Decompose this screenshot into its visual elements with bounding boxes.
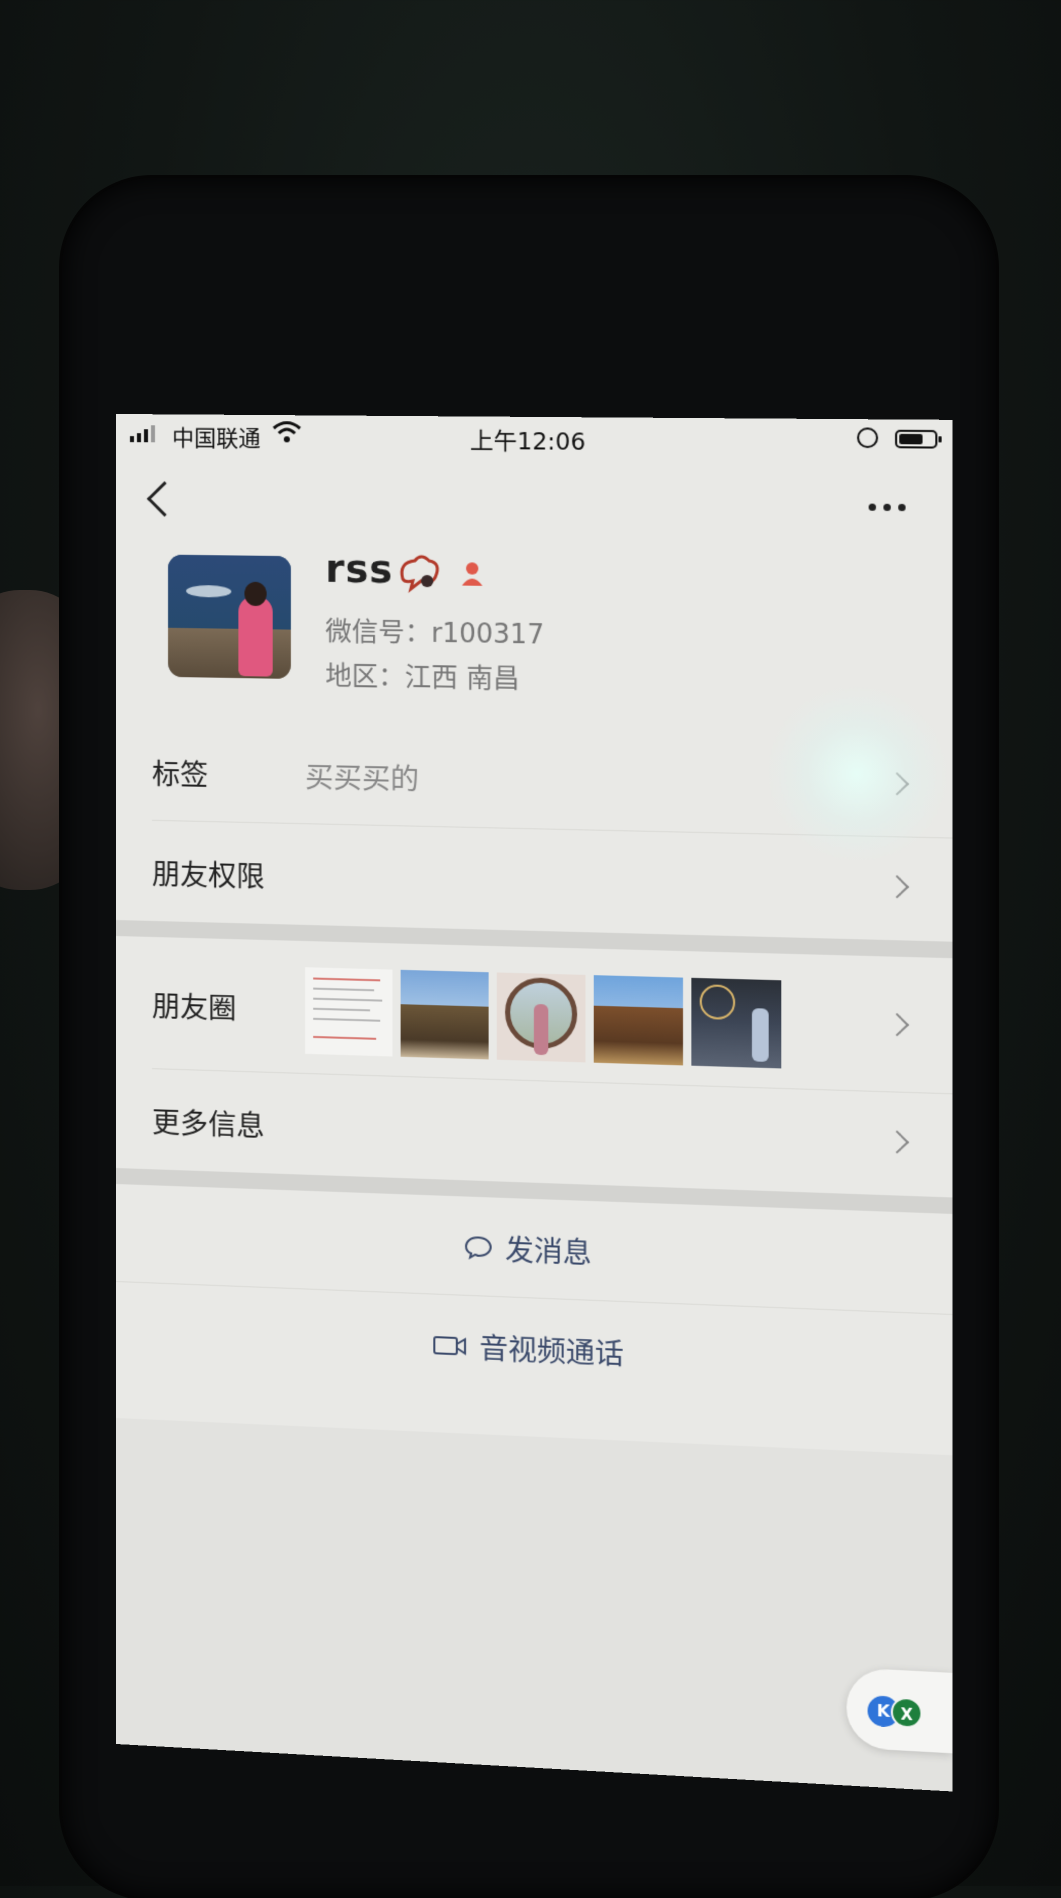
floating-widget-x-badge: X [891,1696,923,1729]
wechat-id: 微信号：r100317 [325,611,544,652]
moments-thumbnail [305,967,392,1056]
avatar[interactable] [168,555,291,679]
more-dots-icon[interactable] [869,504,906,512]
gender-female-icon [458,559,487,588]
video-camera-icon [432,1334,467,1358]
row-permissions-label: 朋友权限 [152,853,265,896]
row-moments[interactable]: 朋友圈 [116,936,952,1094]
moments-thumbnail [594,975,683,1065]
moments-thumbnails [305,967,781,1068]
screen: 中国联通 上午12:06 rss 微信号：r100317 地区：江西 南昌 标签… [116,414,952,1791]
region: 地区：江西 南昌 [325,655,519,696]
chat-bubble-icon [464,1235,493,1260]
floating-widget[interactable]: K X [846,1667,952,1753]
moments-thumbnail [691,978,781,1069]
chevron-right-icon [885,772,909,795]
battery-icon [895,430,937,449]
chevron-left-icon[interactable] [147,481,182,516]
send-message-label: 发消息 [505,1228,592,1272]
status-time: 上午12:06 [116,419,952,460]
chevron-right-icon [885,1013,909,1036]
orientation-lock-icon [857,427,878,448]
row-moments-label: 朋友圈 [152,985,236,1028]
moments-thumbnail [497,972,586,1062]
chevron-right-icon [885,1130,909,1153]
moments-thumbnail [401,970,489,1060]
empty-area [116,1418,952,1791]
row-tags-value: 买买买的 [305,756,419,799]
chevron-right-icon [885,875,909,898]
contact-name: rss [325,546,393,591]
video-call-label: 音视频通话 [479,1327,623,1374]
row-more-info-label: 更多信息 [152,1101,265,1145]
name-emoji-icon [397,550,442,595]
row-tags-label: 标签 [152,753,208,794]
status-bar: 中国联通 上午12:06 [116,414,952,461]
row-tags[interactable]: 标签 买买买的 [116,720,952,839]
